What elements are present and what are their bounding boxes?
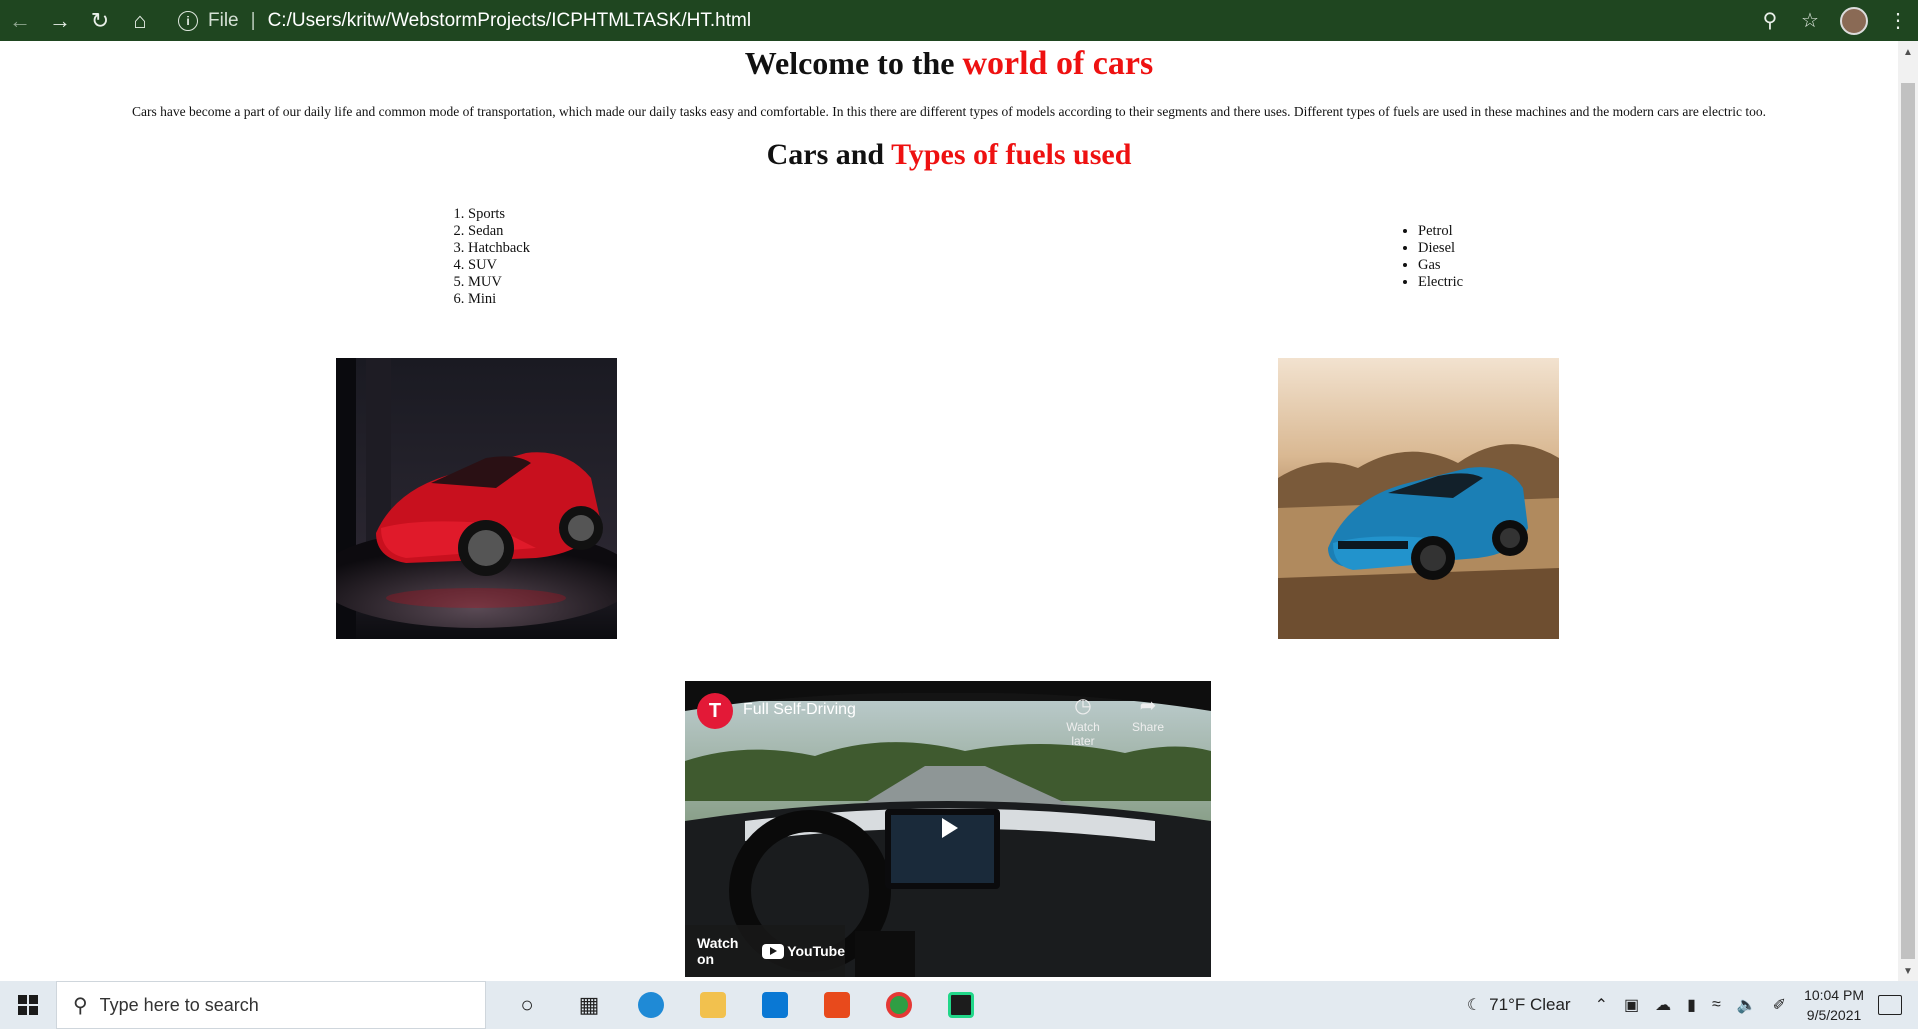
webstorm-icon[interactable] bbox=[930, 981, 992, 1029]
info-icon[interactable]: i bbox=[178, 10, 198, 31]
section-heading: Cars and Types of fuels used bbox=[0, 138, 1898, 172]
clock-time: 10:04 PM bbox=[1804, 987, 1864, 1003]
blue-muscle-car-image bbox=[1278, 358, 1559, 639]
taskbar-apps: ○ ▦ bbox=[496, 981, 992, 1029]
url-text[interactable]: C:/Users/kritw/WebstormProjects/ICPHTMLT… bbox=[268, 10, 752, 32]
pen-icon[interactable]: ✐ bbox=[1773, 995, 1786, 1015]
address-bar[interactable]: i File | C:/Users/kritw/WebstormProjects… bbox=[178, 10, 751, 32]
section-heading-red: Types of fuels used bbox=[891, 138, 1132, 171]
profile-avatar[interactable] bbox=[1840, 6, 1868, 35]
list-item: Petrol bbox=[1418, 223, 1463, 240]
youtube-video-embed[interactable]: T Full Self-Driving ◷ Watch later ➦ Shar… bbox=[685, 681, 1211, 977]
speaker-muted-icon[interactable]: 🔈 bbox=[1737, 995, 1757, 1015]
chevron-up-icon[interactable]: ⌃ bbox=[1595, 995, 1608, 1015]
title-red: world of cars bbox=[962, 45, 1154, 82]
wifi-icon[interactable]: ≈ bbox=[1712, 996, 1721, 1014]
page-title: Welcome to the world of cars bbox=[0, 45, 1898, 83]
menu-kebab-icon[interactable]: ⋮ bbox=[1878, 0, 1918, 41]
watch-on-youtube-button[interactable]: Watch on YouTube bbox=[685, 925, 845, 977]
address-separator: | bbox=[250, 9, 256, 31]
list-item: Mini bbox=[468, 291, 530, 308]
toolbar-actions: ⚲ ☆ ⋮ bbox=[1750, 0, 1918, 41]
taskbar-search[interactable]: ⚲ Type here to search bbox=[56, 981, 486, 1029]
edge-browser-icon[interactable] bbox=[620, 981, 682, 1029]
list-item: Electric bbox=[1418, 274, 1463, 291]
tesla-logo-icon[interactable]: T bbox=[697, 693, 733, 729]
reload-icon[interactable]: ↻ bbox=[80, 0, 120, 41]
forward-arrow-icon[interactable]: → bbox=[40, 0, 80, 41]
bookmark-star-icon[interactable]: ☆ bbox=[1790, 0, 1830, 41]
cortana-icon[interactable]: ○ bbox=[496, 981, 558, 1029]
zoom-icon[interactable]: ⚲ bbox=[1750, 0, 1790, 41]
list-item: Sports bbox=[468, 206, 530, 223]
share-arrow-icon: ➦ bbox=[1139, 695, 1157, 717]
weather-text[interactable]: 71°F Clear bbox=[1489, 995, 1570, 1015]
search-placeholder: Type here to search bbox=[99, 994, 259, 1015]
browser-toolbar: ← → ↻ ⌂ i File | C:/Users/kritw/Webstorm… bbox=[0, 0, 1918, 41]
battery-icon[interactable]: ▮ bbox=[1687, 995, 1696, 1015]
start-button[interactable] bbox=[0, 981, 56, 1029]
video-title[interactable]: Full Self-Driving bbox=[743, 701, 856, 719]
youtube-logo: YouTube bbox=[762, 943, 845, 959]
file-explorer-icon[interactable] bbox=[682, 981, 744, 1029]
scroll-up-icon[interactable]: ▲ bbox=[1903, 47, 1913, 58]
onedrive-cloud-icon[interactable]: ☁ bbox=[1655, 995, 1671, 1015]
play-button[interactable] bbox=[931, 815, 967, 841]
list-item: MUV bbox=[468, 274, 530, 291]
clock-icon: ◷ bbox=[1074, 695, 1092, 717]
chrome-icon[interactable] bbox=[868, 981, 930, 1029]
intro-paragraph: Cars have become a part of our daily lif… bbox=[132, 104, 1766, 119]
list-item: Hatchback bbox=[468, 240, 530, 257]
list-item: SUV bbox=[468, 257, 530, 274]
youtube-label: YouTube bbox=[787, 943, 845, 959]
file-label: File bbox=[208, 9, 239, 31]
store-icon[interactable] bbox=[744, 981, 806, 1029]
search-icon: ⚲ bbox=[73, 994, 88, 1017]
watch-later-label: Watch later bbox=[1066, 720, 1100, 748]
red-sports-car-image bbox=[336, 358, 617, 639]
title-plain: Welcome to the bbox=[744, 45, 955, 81]
scroll-down-icon[interactable]: ▼ bbox=[1903, 966, 1913, 977]
office-icon[interactable] bbox=[806, 981, 868, 1029]
section-heading-plain: Cars and bbox=[766, 138, 885, 171]
watch-on-label: Watch on bbox=[697, 935, 739, 967]
youtube-play-icon bbox=[762, 943, 785, 959]
share-label: Share bbox=[1131, 720, 1165, 734]
system-tray: ☾ 71°F Clear ⌃ ▣ ☁ ▮ ≈ 🔈 ✐ 10:04 PM 9/5/… bbox=[1459, 981, 1918, 1029]
vertical-scrollbar[interactable]: ▲ ▼ bbox=[1898, 41, 1918, 981]
windows-taskbar: ⚲ Type here to search ○ ▦ ☾ 71°F Clear ⌃… bbox=[0, 981, 1918, 1029]
page-content: Welcome to the world of cars Cars have b… bbox=[0, 41, 1898, 981]
meet-now-icon[interactable]: ▣ bbox=[1624, 995, 1639, 1015]
system-clock[interactable]: 10:04 PM 9/5/2021 bbox=[1804, 985, 1864, 1025]
notification-icon[interactable] bbox=[1878, 995, 1902, 1015]
windows-logo-icon bbox=[18, 995, 38, 1015]
moon-weather-icon[interactable]: ☾ bbox=[1467, 995, 1481, 1015]
task-view-icon[interactable]: ▦ bbox=[558, 981, 620, 1029]
fuel-types-list: Petrol Diesel Gas Electric bbox=[1380, 223, 1463, 291]
list-item: Gas bbox=[1418, 257, 1463, 274]
back-arrow-icon[interactable]: ← bbox=[0, 0, 40, 41]
watch-later-button[interactable]: ◷ Watch later bbox=[1053, 693, 1113, 748]
list-item: Diesel bbox=[1418, 240, 1463, 257]
clock-date: 9/5/2021 bbox=[1806, 1007, 1862, 1023]
scroll-thumb[interactable] bbox=[1901, 83, 1915, 959]
share-button[interactable]: ➦ Share bbox=[1118, 693, 1178, 734]
car-types-list: Sports Sedan Hatchback SUV MUV Mini bbox=[430, 206, 530, 308]
list-item: Sedan bbox=[468, 223, 530, 240]
home-icon[interactable]: ⌂ bbox=[120, 0, 160, 41]
